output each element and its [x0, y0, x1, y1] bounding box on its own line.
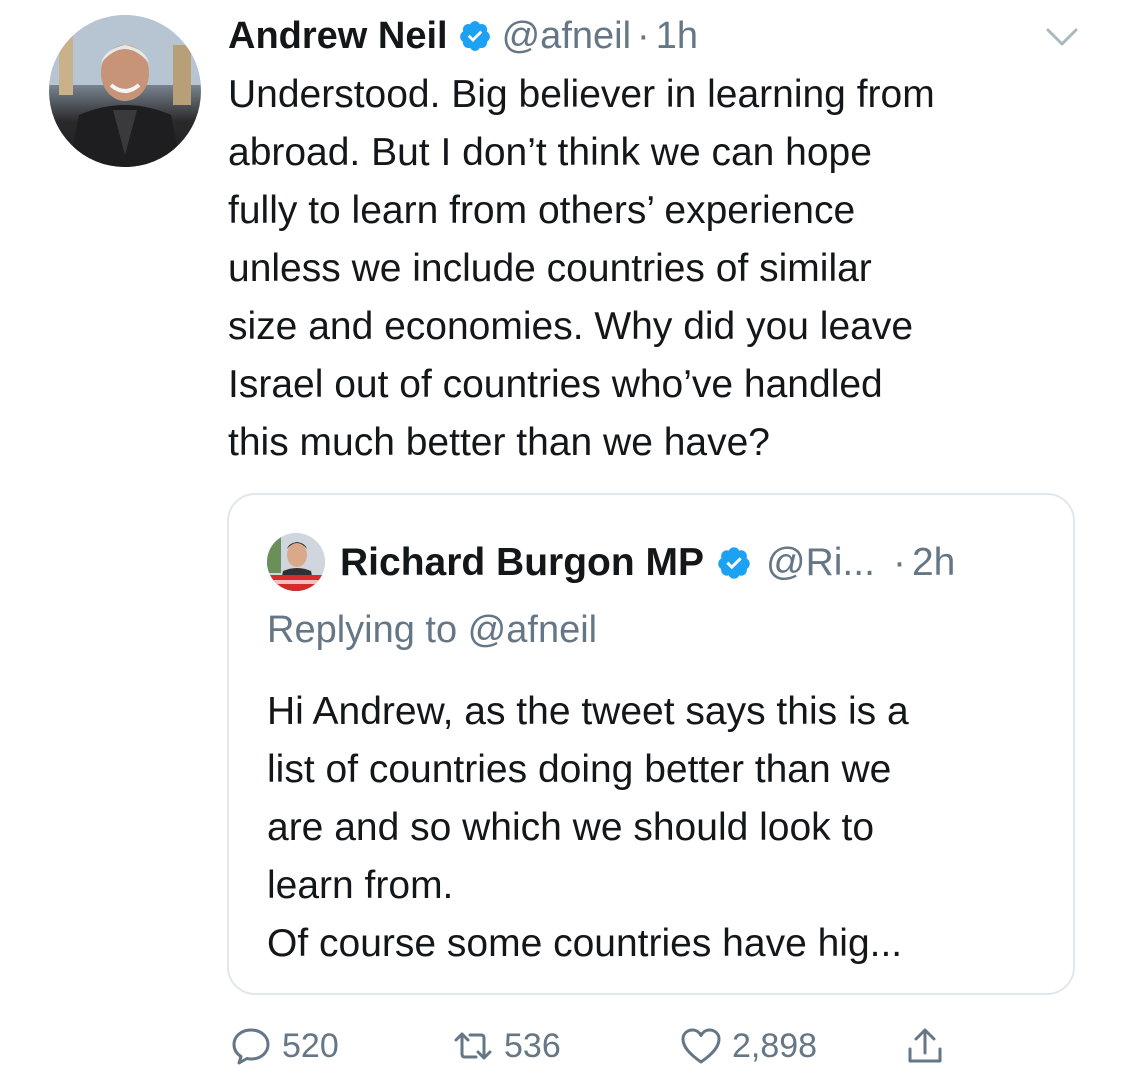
tweet-actions: 520 536 2,898	[228, 1020, 968, 1072]
quoted-text-line: Hi Andrew, as the tweet says this is a	[267, 690, 909, 733]
separator-dot: ·	[637, 14, 650, 57]
quoted-tweet-card[interactable]: Richard Burgon MP @Ri... · 2h Replying t…	[227, 493, 1075, 995]
replying-prefix: Replying to	[267, 609, 468, 651]
replying-handle[interactable]: @afneil	[468, 609, 597, 651]
quoted-tweet-text: Hi Andrew, as the tweet says this is a l…	[267, 683, 1057, 973]
reply-count: 520	[282, 1026, 339, 1065]
verified-badge-icon	[716, 545, 752, 581]
tweet-text-line: Understood. Big believer in learning fro…	[228, 73, 935, 116]
tweet-text-line: abroad. But I don’t think we can hope	[228, 131, 872, 174]
quoted-text-line: list of countries doing better than we	[267, 748, 892, 791]
tweet-text-line: this much better than we have?	[228, 421, 770, 464]
share-icon	[908, 1028, 942, 1063]
tweet-text-line: fully to learn from others’ experience	[228, 189, 856, 232]
tweet-text-line: size and economies. Why did you leave	[228, 305, 914, 348]
like-count: 2,898	[732, 1026, 818, 1065]
quoted-timestamp[interactable]: 2h	[912, 541, 955, 585]
heart-icon	[681, 1028, 721, 1064]
share-button[interactable]	[902, 1020, 956, 1072]
quoted-text-line: Of course some countries have hig...	[267, 922, 903, 965]
author-name[interactable]: Andrew Neil	[228, 15, 448, 58]
retweet-icon	[454, 1032, 492, 1060]
tweet-text: Understood. Big believer in learning fro…	[228, 66, 1088, 472]
quoted-text-line: learn from.	[267, 864, 454, 907]
quoted-avatar-image	[267, 533, 325, 591]
tweet-header: Andrew Neil @afneil · 1h	[228, 12, 698, 60]
reply-icon	[232, 1028, 270, 1065]
retweet-count: 536	[504, 1026, 561, 1065]
separator-dot: ·	[892, 541, 906, 584]
tweet-timestamp[interactable]: 1h	[656, 15, 698, 58]
tweet-text-line: Israel out of countries who’ve handled	[228, 363, 883, 406]
chevron-down-icon[interactable]	[1042, 22, 1082, 52]
quoted-author-name[interactable]: Richard Burgon MP	[340, 541, 704, 585]
quoted-author-avatar[interactable]	[267, 533, 325, 591]
avatar-image	[49, 15, 201, 167]
quoted-author-handle[interactable]: @Ri...	[766, 541, 875, 585]
reply-button[interactable]: 520	[228, 1020, 339, 1072]
author-handle[interactable]: @afneil	[502, 15, 631, 58]
quoted-text-line: are and so which we should look to	[267, 806, 875, 849]
author-avatar[interactable]	[49, 15, 201, 167]
tweet-text-line: unless we include countries of similar	[228, 247, 872, 290]
replying-to: Replying to @afneil	[267, 609, 597, 652]
quoted-tweet-header: Richard Burgon MP @Ri... · 2h	[340, 539, 955, 587]
verified-badge-icon	[458, 19, 492, 53]
retweet-button[interactable]: 536	[450, 1020, 561, 1072]
like-button[interactable]: 2,898	[678, 1020, 817, 1072]
